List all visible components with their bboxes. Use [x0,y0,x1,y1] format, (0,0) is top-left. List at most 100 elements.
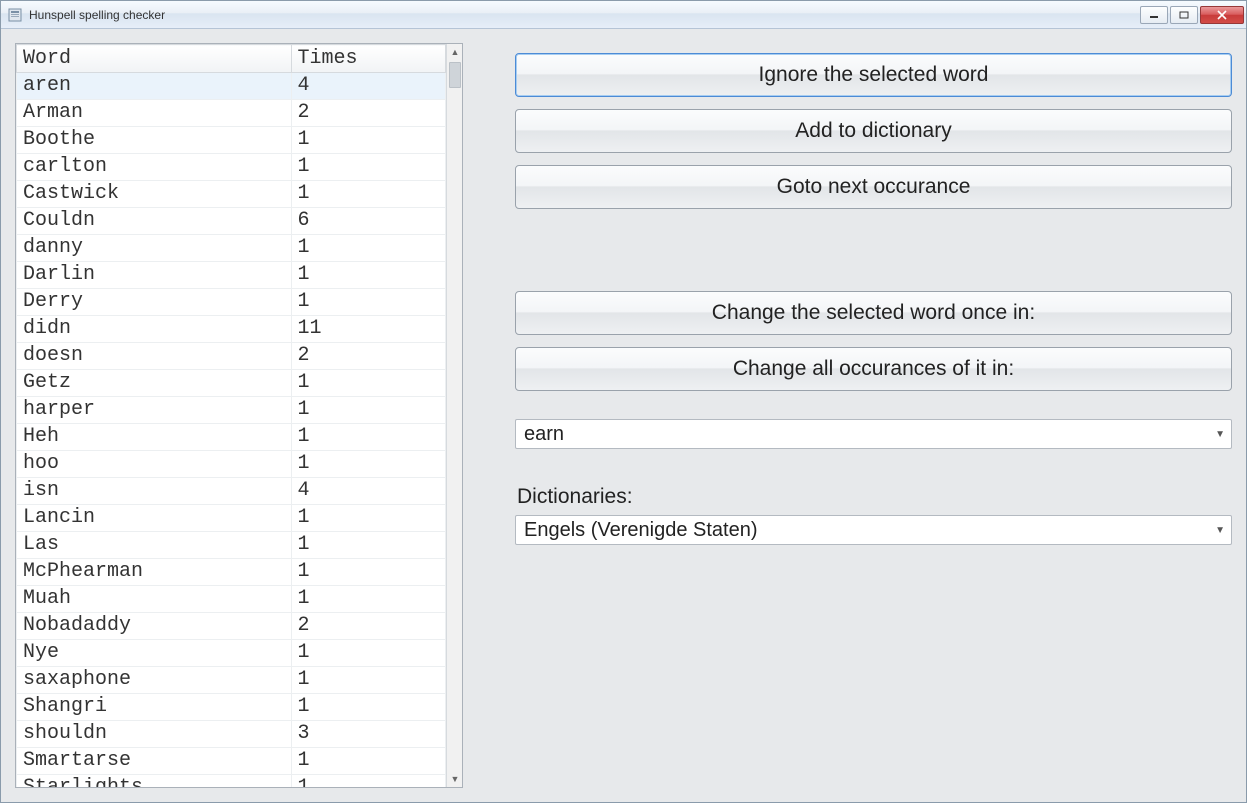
actions-panel: Ignore the selected word Add to dictiona… [515,43,1232,788]
word-cell: Boothe [17,127,292,154]
times-cell: 1 [291,262,445,289]
word-cell: Couldn [17,208,292,235]
change-once-button[interactable]: Change the selected word once in: [515,291,1232,335]
table-row[interactable]: Las1 [17,532,446,559]
word-cell: carlton [17,154,292,181]
table-row[interactable]: Starlights1 [17,775,446,788]
times-cell: 1 [291,127,445,154]
table-row[interactable]: Lancin1 [17,505,446,532]
times-cell: 1 [291,748,445,775]
word-cell: Heh [17,424,292,451]
vertical-scrollbar[interactable]: ▲ ▼ [446,44,462,787]
scroll-down-icon[interactable]: ▼ [447,771,463,787]
table-row[interactable]: Smartarse1 [17,748,446,775]
word-cell: Shangri [17,694,292,721]
chevron-down-icon: ▼ [1215,429,1225,440]
app-icon [7,7,23,23]
times-cell: 2 [291,343,445,370]
word-table[interactable]: Word Times aren4Arman2Boothe1carlton1Cas… [16,44,446,787]
word-cell: Smartarse [17,748,292,775]
chevron-down-icon: ▼ [1215,525,1225,536]
word-cell: harper [17,397,292,424]
ignore-button[interactable]: Ignore the selected word [515,53,1232,97]
times-cell: 2 [291,100,445,127]
column-header-word[interactable]: Word [17,45,292,73]
table-row[interactable]: Nobadaddy2 [17,613,446,640]
times-cell: 1 [291,640,445,667]
word-cell: Nobadaddy [17,613,292,640]
times-cell: 1 [291,154,445,181]
word-list-panel: Word Times aren4Arman2Boothe1carlton1Cas… [15,43,463,788]
goto-next-button[interactable]: Goto next occurance [515,165,1232,209]
add-to-dictionary-button[interactable]: Add to dictionary [515,109,1232,153]
table-row[interactable]: Heh1 [17,424,446,451]
change-all-button[interactable]: Change all occurances of it in: [515,347,1232,391]
table-row[interactable]: danny1 [17,235,446,262]
word-cell: Las [17,532,292,559]
word-cell: isn [17,478,292,505]
times-cell: 1 [291,235,445,262]
times-cell: 1 [291,694,445,721]
word-cell: aren [17,73,292,100]
window-title: Hunspell spelling checker [29,8,165,22]
word-cell: Getz [17,370,292,397]
suggestion-combobox[interactable]: earn ▼ [515,419,1232,449]
table-row[interactable]: Derry1 [17,289,446,316]
scroll-thumb[interactable] [449,62,461,88]
table-row[interactable]: Shangri1 [17,694,446,721]
times-cell: 1 [291,559,445,586]
table-row[interactable]: Nye1 [17,640,446,667]
times-cell: 1 [291,370,445,397]
word-cell: Castwick [17,181,292,208]
times-cell: 6 [291,208,445,235]
table-row[interactable]: Castwick1 [17,181,446,208]
times-cell: 1 [291,586,445,613]
times-cell: 4 [291,478,445,505]
table-row[interactable]: isn4 [17,478,446,505]
word-cell: Lancin [17,505,292,532]
table-row[interactable]: doesn2 [17,343,446,370]
table-row[interactable]: Muah1 [17,586,446,613]
table-row[interactable]: hoo1 [17,451,446,478]
suggestion-value: earn [524,423,1215,446]
times-cell: 1 [291,289,445,316]
close-button[interactable] [1200,6,1244,24]
table-row[interactable]: carlton1 [17,154,446,181]
table-row[interactable]: Getz1 [17,370,446,397]
maximize-button[interactable] [1170,6,1198,24]
word-cell: shouldn [17,721,292,748]
table-row[interactable]: didn11 [17,316,446,343]
table-row[interactable]: harper1 [17,397,446,424]
word-cell: hoo [17,451,292,478]
table-row[interactable]: McPhearman1 [17,559,446,586]
dictionary-combobox[interactable]: Engels (Verenigde Staten) ▼ [515,515,1232,545]
table-row[interactable]: Darlin1 [17,262,446,289]
dictionaries-label: Dictionaries: [517,485,1232,509]
times-cell: 1 [291,775,445,788]
times-cell: 1 [291,424,445,451]
table-row[interactable]: Couldn6 [17,208,446,235]
times-cell: 1 [291,451,445,478]
times-cell: 4 [291,73,445,100]
times-cell: 1 [291,181,445,208]
table-row[interactable]: shouldn3 [17,721,446,748]
minimize-button[interactable] [1140,6,1168,24]
word-cell: Darlin [17,262,292,289]
column-header-times[interactable]: Times [291,45,445,73]
window-controls [1138,6,1244,24]
scroll-up-icon[interactable]: ▲ [447,44,463,60]
times-cell: 1 [291,397,445,424]
times-cell: 1 [291,532,445,559]
word-cell: Starlights [17,775,292,788]
table-row[interactable]: Arman2 [17,100,446,127]
table-row[interactable]: Boothe1 [17,127,446,154]
times-cell: 1 [291,505,445,532]
titlebar: Hunspell spelling checker [1,1,1246,29]
times-cell: 1 [291,667,445,694]
word-cell: Muah [17,586,292,613]
table-row[interactable]: aren4 [17,73,446,100]
word-cell: saxaphone [17,667,292,694]
word-cell: Derry [17,289,292,316]
word-cell: Nye [17,640,292,667]
table-row[interactable]: saxaphone1 [17,667,446,694]
